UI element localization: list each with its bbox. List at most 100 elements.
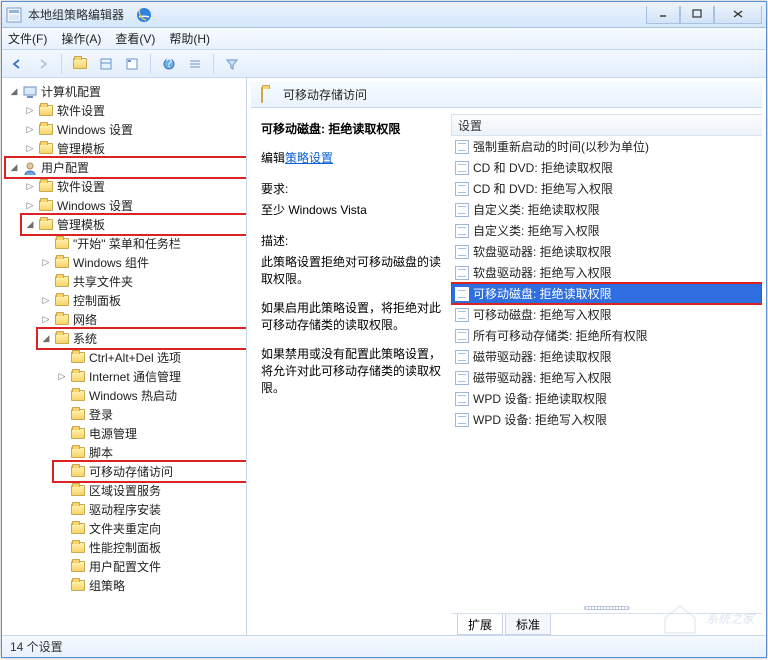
list-item[interactable]: CD 和 DVD: 拒绝读取权限: [451, 157, 762, 178]
tree-system[interactable]: ◢系统: [38, 329, 246, 348]
list-item[interactable]: WPD 设备: 拒绝读取权限: [451, 388, 762, 409]
list-item[interactable]: 软盘驱动器: 拒绝写入权限: [451, 262, 762, 283]
tab-standard[interactable]: 标准: [505, 614, 551, 635]
list-item-label: 软盘驱动器: 拒绝写入权限: [473, 264, 612, 281]
tree-item[interactable]: 文件夹重定向: [54, 519, 246, 538]
tree-item[interactable]: Ctrl+Alt+Del 选项: [54, 348, 246, 367]
tab-extended[interactable]: 扩展: [457, 614, 503, 635]
tree-user-config[interactable]: ◢ 用户配置: [6, 158, 246, 177]
list-item[interactable]: 可移动磁盘: 拒绝读取权限: [451, 283, 762, 304]
policy-settings-link[interactable]: 策略设置: [285, 151, 333, 165]
description-p1: 此策略设置拒绝对可移动磁盘的读取权限。: [261, 253, 445, 287]
tree-item[interactable]: 用户配置文件: [54, 557, 246, 576]
tree-item[interactable]: 组策略: [54, 576, 246, 595]
tree-item[interactable]: Windows 热启动: [54, 386, 246, 405]
tree-item[interactable]: 区域设置服务: [54, 481, 246, 500]
tree-item[interactable]: 共享文件夹: [38, 272, 246, 291]
policy-icon: [455, 140, 469, 154]
list-item-label: 磁带驱动器: 拒绝写入权限: [473, 369, 612, 386]
policy-icon: [455, 350, 469, 364]
tree-item[interactable]: ▷管理模板: [22, 139, 246, 158]
policy-icon: [455, 308, 469, 322]
description-p3: 如果禁用或没有配置此策略设置，将允许对此可移动存储类的读取权限。: [261, 345, 445, 396]
details-header-title: 可移动存储访问: [283, 86, 367, 103]
tree-admin-templates[interactable]: ◢管理模板: [22, 215, 246, 234]
window-title: 本地组策略编辑器: [28, 6, 124, 23]
edit-label: 编辑: [261, 151, 285, 165]
list-item[interactable]: 磁带驱动器: 拒绝读取权限: [451, 346, 762, 367]
list-item-label: WPD 设备: 拒绝写入权限: [473, 411, 607, 428]
tree-item[interactable]: ▷Windows 设置: [22, 196, 246, 215]
status-text: 14 个设置: [10, 638, 63, 655]
list-item[interactable]: 可移动磁盘: 拒绝写入权限: [451, 304, 762, 325]
tree-item[interactable]: ▷控制面板: [38, 291, 246, 310]
tree-item[interactable]: ▷软件设置: [22, 177, 246, 196]
close-button[interactable]: [714, 6, 762, 24]
tree-item[interactable]: ▷Windows 设置: [22, 120, 246, 139]
list-item[interactable]: 磁带驱动器: 拒绝写入权限: [451, 367, 762, 388]
list-item-label: CD 和 DVD: 拒绝写入权限: [473, 180, 613, 197]
filter-button[interactable]: [221, 53, 243, 75]
menubar: 文件(F) 操作(A) 查看(V) 帮助(H): [2, 28, 766, 50]
requirements-value: 至少 Windows Vista: [261, 201, 445, 218]
list-item-label: 软盘驱动器: 拒绝读取权限: [473, 243, 612, 260]
folder-button[interactable]: [69, 53, 91, 75]
tree-computer-config[interactable]: ◢ 计算机配置: [6, 82, 246, 101]
minimize-button[interactable]: [646, 6, 680, 24]
list-item[interactable]: WPD 设备: 拒绝写入权限: [451, 409, 762, 430]
forward-button[interactable]: [32, 53, 54, 75]
list-item-label: 自定义类: 拒绝读取权限: [473, 201, 600, 218]
policy-icon: [455, 161, 469, 175]
policy-icon: [455, 392, 469, 406]
tree-item[interactable]: 登录: [54, 405, 246, 424]
menu-view[interactable]: 查看(V): [115, 30, 155, 47]
list-button[interactable]: [184, 53, 206, 75]
statusbar: 14 个设置: [2, 635, 766, 657]
properties-button[interactable]: [121, 53, 143, 75]
list-item[interactable]: 自定义类: 拒绝读取权限: [451, 199, 762, 220]
list-item[interactable]: CD 和 DVD: 拒绝写入权限: [451, 178, 762, 199]
tree-pane[interactable]: ◢ 计算机配置 ▷软件设置 ▷Windows 设置 ▷管理模板 ◢: [2, 78, 247, 635]
list-item-label: 可移动磁盘: 拒绝写入权限: [473, 306, 612, 323]
tree-item[interactable]: 脚本: [54, 443, 246, 462]
settings-list[interactable]: 强制重新启动的时间(以秒为单位)CD 和 DVD: 拒绝读取权限 CD 和 DVD…: [451, 136, 762, 603]
list-item-label: 自定义类: 拒绝写入权限: [473, 222, 600, 239]
maximize-button[interactable]: [680, 6, 714, 24]
tree-item[interactable]: ▷网络: [38, 310, 246, 329]
requirements-label: 要求:: [261, 180, 445, 197]
tree-item[interactable]: 电源管理: [54, 424, 246, 443]
policy-icon: [455, 182, 469, 196]
app-icon: [6, 7, 22, 23]
menu-file[interactable]: 文件(F): [8, 30, 47, 47]
policy-icon: [455, 245, 469, 259]
tree-item[interactable]: ▷Windows 组件: [38, 253, 246, 272]
policy-icon: [455, 224, 469, 238]
view-button[interactable]: [95, 53, 117, 75]
resize-handle[interactable]: [451, 603, 762, 613]
tree-item[interactable]: "开始" 菜单和任务栏: [38, 234, 246, 253]
policy-icon: [455, 203, 469, 217]
titlebar: 本地组策略编辑器: [2, 2, 766, 28]
list-item[interactable]: 软盘驱动器: 拒绝读取权限: [451, 241, 762, 262]
list-item[interactable]: 所有可移动存储类: 拒绝所有权限: [451, 325, 762, 346]
description-p2: 如果启用此策略设置，将拒绝对此可移动存储类的读取权限。: [261, 299, 445, 333]
menu-help[interactable]: 帮助(H): [169, 30, 210, 47]
details-pane: 可移动存储访问 可移动磁盘: 拒绝读取权限 编辑策略设置 要求: 至少 Wind…: [247, 78, 766, 635]
menu-action[interactable]: 操作(A): [61, 30, 101, 47]
list-item[interactable]: 自定义类: 拒绝写入权限: [451, 220, 762, 241]
toolbar: ?: [2, 50, 766, 78]
help-button[interactable]: ?: [158, 53, 180, 75]
column-header-settings[interactable]: 设置: [451, 114, 762, 136]
tree-item[interactable]: 性能控制面板: [54, 538, 246, 557]
policy-icon: [455, 287, 469, 301]
back-button[interactable]: [6, 53, 28, 75]
tree-removable-storage[interactable]: 可移动存储访问: [54, 462, 246, 481]
tree-item[interactable]: ▷软件设置: [22, 101, 246, 120]
policy-description-panel: 可移动磁盘: 拒绝读取权限 编辑策略设置 要求: 至少 Windows Vist…: [251, 114, 451, 635]
list-item[interactable]: 强制重新启动的时间(以秒为单位): [451, 136, 762, 157]
policy-name: 可移动磁盘: 拒绝读取权限: [261, 120, 445, 137]
tree-item[interactable]: ▷Internet 通信管理: [54, 367, 246, 386]
policy-icon: [455, 266, 469, 280]
list-item-label: 磁带驱动器: 拒绝读取权限: [473, 348, 612, 365]
tree-item[interactable]: 驱动程序安装: [54, 500, 246, 519]
